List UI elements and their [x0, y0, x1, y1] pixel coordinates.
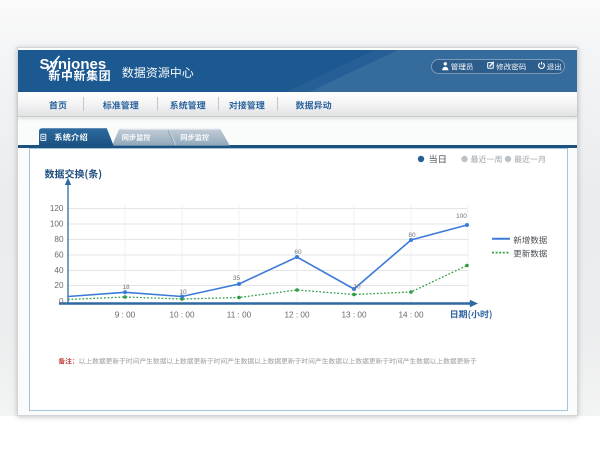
svg-text:100: 100 — [50, 220, 64, 229]
svg-text:100: 100 — [456, 213, 467, 220]
svg-text:60: 60 — [54, 251, 64, 260]
svg-text:60: 60 — [294, 249, 302, 256]
svg-text:35: 35 — [233, 275, 241, 282]
svg-text:10: 10 — [179, 289, 187, 296]
svg-text:120: 120 — [50, 204, 64, 213]
svg-text:18: 18 — [122, 284, 130, 291]
svg-text:11 : 00: 11 : 00 — [227, 311, 252, 320]
svg-text:10 : 00: 10 : 00 — [169, 311, 194, 320]
svg-text:13 : 00: 13 : 00 — [341, 311, 366, 320]
svg-text:9 : 00: 9 : 00 — [115, 311, 136, 320]
svg-text:14 : 00: 14 : 00 — [398, 311, 423, 320]
svg-text:40: 40 — [54, 266, 64, 275]
svg-text:80: 80 — [54, 235, 64, 244]
svg-text:12 : 00: 12 : 00 — [284, 311, 309, 320]
svg-text:0: 0 — [59, 297, 64, 306]
svg-text:10: 10 — [353, 284, 361, 291]
svg-text:20: 20 — [54, 281, 64, 290]
svg-text:80: 80 — [408, 232, 416, 239]
